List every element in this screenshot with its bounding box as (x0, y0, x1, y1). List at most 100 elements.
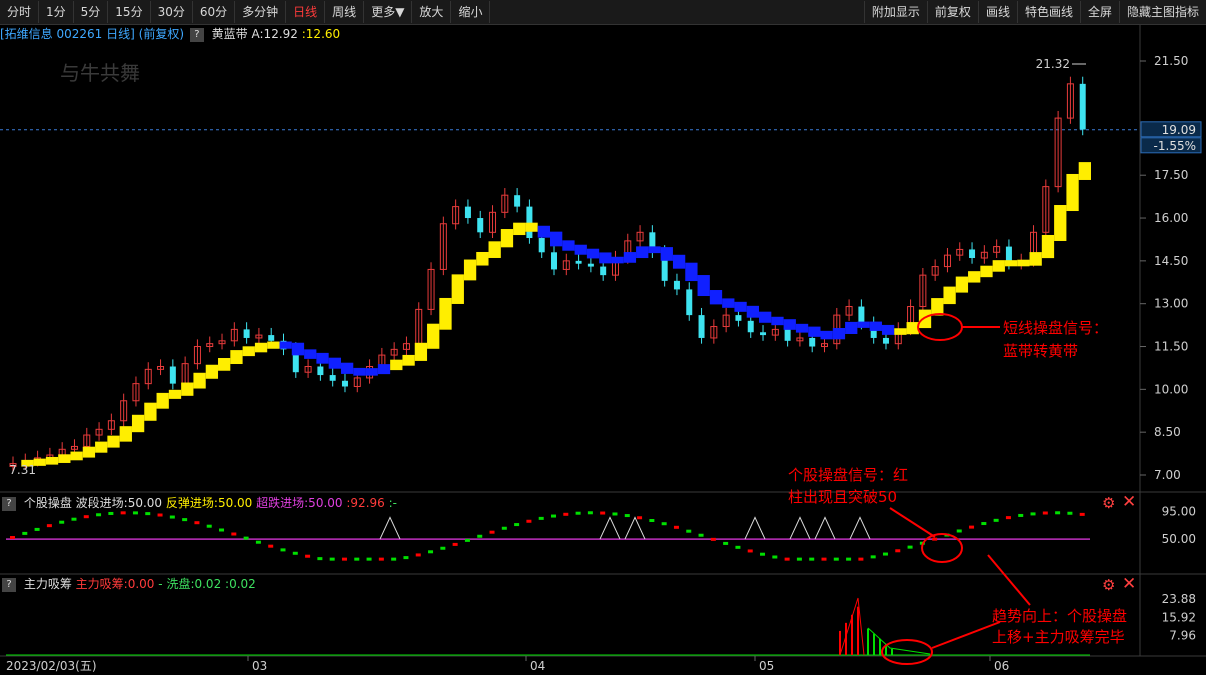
band-segment (660, 247, 673, 261)
band-segment (58, 454, 71, 463)
band-segment (439, 297, 452, 330)
sub1-mark (501, 526, 507, 530)
band-segment (45, 456, 59, 465)
sub1-triangle (744, 516, 766, 540)
sub1-mark (329, 557, 335, 561)
sub1-mark (182, 518, 188, 522)
annotation-text: 柱出现且突破50 (788, 488, 897, 506)
band-segment (746, 305, 760, 318)
sub1-mark (268, 544, 274, 548)
sub1-mark (772, 555, 778, 559)
band-segment (611, 256, 624, 264)
candle-body (587, 263, 594, 267)
band-segment (968, 271, 981, 283)
sub1-mark (477, 534, 483, 538)
sub1-mark (378, 557, 384, 561)
price-axis-label: 13.00 (1154, 297, 1188, 311)
band-segment (1066, 173, 1079, 212)
band-segment (291, 342, 305, 356)
band-segment (500, 229, 514, 248)
price-axis-label: 17.50 (1154, 168, 1188, 182)
sub1-mark (169, 515, 175, 519)
band-segment (918, 309, 932, 329)
sub1-mark (46, 524, 52, 528)
candle-body (686, 289, 693, 316)
band-segment (353, 367, 366, 376)
watermark: 与牛共舞 (60, 61, 140, 85)
sub1-mark (821, 557, 827, 561)
sub1-mark (735, 545, 741, 549)
sub1-mark (157, 513, 163, 517)
band-segment (488, 241, 501, 258)
band-segment (894, 328, 907, 335)
band-segment (1078, 162, 1091, 180)
band-segment (402, 354, 415, 366)
band-segment (685, 262, 698, 282)
sub1-mark (796, 557, 802, 561)
sub1-mark (440, 546, 446, 550)
sub1-mark (1067, 511, 1073, 515)
sub1-mark (698, 533, 704, 537)
band-segment (1029, 252, 1042, 266)
sub1-mark (575, 511, 581, 515)
sub1-mark (34, 527, 40, 531)
kline-chart[interactable]: 21.50 17.50 16.00 14.50 13.00 11.50 10.00 8.50 7… (0, 0, 1206, 675)
band-segment (672, 254, 686, 269)
date-axis-label: 2023/02/03(五) (6, 659, 97, 673)
band-segment (783, 319, 796, 330)
band-segment (808, 326, 821, 337)
price-axis-label: 21.50 (1154, 54, 1188, 68)
annotation-circle (921, 533, 963, 563)
candle-body (464, 206, 471, 219)
band-segment (193, 372, 206, 389)
band-segment (1041, 234, 1055, 259)
candle-body (735, 315, 742, 321)
date-axis-label: 06 (994, 659, 1009, 673)
band-segment (636, 246, 649, 259)
band-segment (722, 298, 735, 308)
annotation-text: 蓝带转黄带 (1003, 342, 1078, 360)
sub1-mark (255, 540, 261, 544)
price-axis-label: 10.00 (1154, 382, 1188, 396)
candle-body (698, 315, 705, 338)
sub2-axis-label: 23.88 (1162, 592, 1196, 606)
band-segment (537, 225, 550, 238)
sub1-mark (452, 542, 458, 546)
band-segment (586, 248, 600, 259)
band-segment (931, 298, 944, 316)
candle-body (600, 266, 607, 276)
sub1-mark (1055, 511, 1061, 515)
sub1-mark (809, 557, 815, 561)
sub1-mark (637, 516, 643, 520)
candle-body (858, 306, 865, 324)
band-segment (734, 301, 747, 312)
band-segment (832, 328, 846, 340)
sub1-mark (489, 530, 495, 534)
annotation-arrow (987, 554, 1031, 606)
price-axis-label: 7.00 (1154, 468, 1181, 482)
band-segment (340, 362, 354, 374)
sub1-mark (1018, 513, 1024, 517)
sub1-mark (132, 511, 138, 515)
band-segment (771, 316, 784, 326)
date-axis-label: 04 (530, 659, 545, 673)
band-segment (316, 352, 329, 364)
annotation-text: 趋势向上：个股操盘 (992, 607, 1127, 625)
band-segment (365, 368, 378, 376)
candle-body (784, 329, 791, 341)
band-segment (697, 275, 710, 297)
candle-body (760, 332, 767, 336)
band-segment (992, 260, 1005, 272)
sub2-axis-label: 15.92 (1162, 610, 1196, 624)
sub1-mark (661, 522, 667, 526)
sub1-mark (231, 532, 237, 536)
band-segment (599, 252, 612, 264)
band-segment (131, 414, 145, 433)
sub1-mark (673, 525, 679, 529)
sub1-mark (1005, 516, 1011, 520)
price-axis-label: 14.50 (1154, 254, 1188, 268)
low-label: 7.31 (9, 463, 36, 477)
price-axis-label: 16.00 (1154, 211, 1188, 225)
price-axis-label: 8.50 (1154, 425, 1181, 439)
band-segment (943, 286, 956, 305)
